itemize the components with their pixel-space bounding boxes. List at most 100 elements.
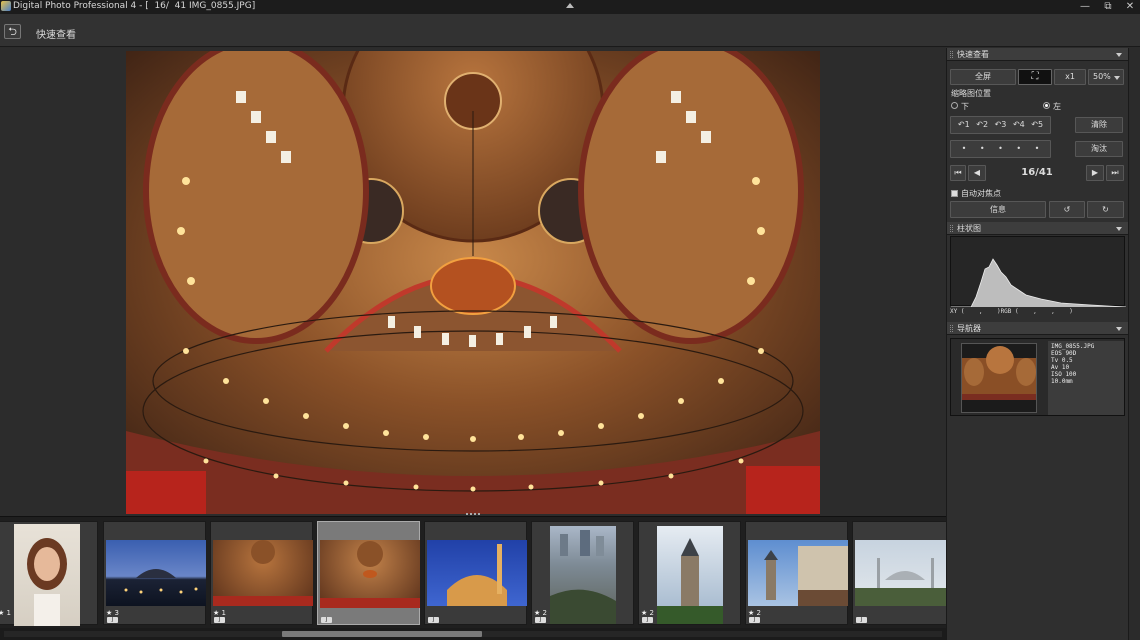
info-shutter: Tv 0.5	[1051, 357, 1073, 364]
film-thumbnail	[106, 540, 206, 606]
navigator-info: IMG_0855.JPG EOS 90D Tv 0.5 Av 10 ISO 10…	[1048, 341, 1124, 415]
info-focal-length: 10.0mm	[1051, 378, 1073, 385]
check-mark-buttons: • • • • •	[950, 140, 1051, 158]
back-button[interactable]: ⮌	[4, 24, 21, 39]
rating-badge: ★ 1	[213, 609, 226, 617]
rotate-left-button[interactable]: ↺	[1049, 201, 1085, 218]
navigator-image	[962, 344, 1036, 412]
film-cell-selected[interactable]: J	[317, 521, 420, 625]
toolbar: ⮌ 快速查看	[0, 14, 1140, 47]
check-mark-1-button[interactable]: •	[962, 144, 967, 153]
window-title: Digital Photo Professional 4 - [ 16/ 41 …	[13, 1, 256, 11]
film-cell[interactable]: ★ 1 J	[210, 521, 313, 625]
check-mark-3-button[interactable]: •	[998, 144, 1003, 153]
film-thumbnail	[748, 540, 848, 606]
check-mark-5-button[interactable]: •	[1035, 144, 1040, 153]
minimize-button[interactable]: —	[1074, 0, 1096, 14]
jpeg-tag: J	[107, 617, 118, 623]
film-cell[interactable]: ★ 1	[0, 521, 98, 626]
zoom-value: 50%	[1093, 72, 1111, 81]
image-counter: 16/41	[1021, 167, 1053, 178]
film-thumbnail	[320, 540, 420, 608]
image-viewer[interactable]	[0, 48, 946, 516]
drag-grip-icon[interactable]	[950, 51, 953, 58]
rating-badge: ★ 2	[641, 609, 654, 617]
info-filename: IMG_0855.JPG	[1051, 343, 1095, 350]
skip-last-icon: ⏭	[1111, 168, 1119, 177]
film-thumbnail	[14, 524, 80, 626]
first-image-button[interactable]: ⏮	[950, 165, 966, 181]
info-iso: ISO 100	[1051, 371, 1077, 378]
navigator-section-title: 导航器	[957, 324, 981, 333]
close-button[interactable]: ✕	[1119, 0, 1140, 14]
restore-button[interactable]: ⧉	[1097, 0, 1119, 14]
chevron-down-icon[interactable]	[1116, 53, 1122, 57]
rotate-right-button[interactable]: ↻	[1087, 201, 1124, 218]
rating-1-button[interactable]: ↶1	[958, 120, 970, 129]
next-arrow-icon: ▶	[1091, 168, 1099, 177]
jpeg-tag: J	[214, 617, 225, 623]
prev-image-button[interactable]: ◀	[968, 165, 986, 181]
film-cell[interactable]: J	[424, 521, 527, 625]
drag-grip-icon[interactable]	[950, 325, 953, 332]
position-left-radio[interactable]	[1043, 102, 1050, 109]
quickview-section-title: 快速查看	[957, 50, 989, 59]
position-bottom-radio[interactable]	[951, 102, 958, 109]
info-button[interactable]: 信息	[950, 201, 1046, 218]
film-thumbnail	[855, 540, 946, 606]
film-thumbnail	[427, 540, 527, 606]
clear-rating-button[interactable]: 清除	[1075, 117, 1123, 133]
collapse-toolbar-icon[interactable]	[566, 3, 574, 8]
navigator-section-header[interactable]: 导航器	[947, 322, 1128, 335]
jpeg-tag: J	[749, 617, 760, 623]
skip-first-icon: ⏮	[954, 168, 962, 177]
zoom-select[interactable]: 50%	[1088, 69, 1124, 85]
scrollbar-thumb[interactable]	[282, 631, 482, 637]
check-mark-4-button[interactable]: •	[1016, 144, 1021, 153]
auto-af-checkbox[interactable]	[951, 190, 958, 197]
fit-screen-button[interactable]: ⛶	[1018, 69, 1052, 85]
last-image-button[interactable]: ⏭	[1106, 165, 1124, 181]
filmstrip-scrollbar[interactable]	[0, 628, 946, 640]
rating-badge: ★ 2	[748, 609, 761, 617]
filmstrip: ★ 1 ★ 3 J ★ 1 J J J ★ 2 J	[0, 516, 946, 628]
film-cell[interactable]: J	[852, 521, 946, 625]
rating-badge: ★ 1	[0, 609, 11, 617]
histogram-section-header[interactable]: 柱状图	[947, 222, 1128, 235]
zoom-100-button[interactable]: x1	[1054, 69, 1086, 85]
next-image-button[interactable]: ▶	[1086, 165, 1104, 181]
film-cell[interactable]: ★ 2 J	[531, 521, 634, 625]
rating-buttons: ↶1 ↶2 ↶3 ↶4 ↶5	[950, 116, 1051, 134]
quickview-section-header[interactable]: 快速查看	[947, 48, 1128, 61]
histogram-graph	[950, 236, 1127, 308]
navigator-box: IMG_0855.JPG EOS 90D Tv 0.5 Av 10 ISO 10…	[950, 338, 1125, 416]
film-thumbnail	[213, 540, 313, 606]
rating-4-button[interactable]: ↶4	[1013, 120, 1025, 129]
app-icon	[1, 1, 11, 11]
histogram-section-title: 柱状图	[957, 224, 981, 233]
rating-2-button[interactable]: ↶2	[976, 120, 988, 129]
dropdown-arrow-icon	[1114, 76, 1120, 80]
film-cell[interactable]: ★ 2 J	[745, 521, 848, 625]
right-panel: 快速查看 全屏 ⛶ x1 50% 缩略图位置 下 左 ↶1 ↶2 ↶3 ↶4 ↶…	[946, 48, 1128, 640]
fullscreen-button[interactable]: 全屏	[950, 69, 1016, 85]
check-mark-2-button[interactable]: •	[980, 144, 985, 153]
chevron-down-icon[interactable]	[1116, 327, 1122, 331]
chevron-down-icon[interactable]	[1116, 227, 1122, 231]
film-cell[interactable]: ★ 2 J	[638, 521, 741, 625]
drag-grip-icon[interactable]	[950, 225, 953, 232]
film-cell[interactable]: ★ 3 J	[103, 521, 206, 625]
rotate-left-icon: ↺	[1063, 205, 1071, 214]
title-bar: Digital Photo Professional 4 - [ 16/ 41 …	[0, 0, 1140, 14]
reject-button[interactable]: 淘汰	[1075, 141, 1123, 157]
navigator-thumbnail[interactable]	[961, 343, 1037, 413]
main-photo[interactable]	[126, 51, 820, 514]
jpeg-tag: J	[535, 617, 546, 623]
mosque-dome-image	[126, 51, 820, 514]
auto-af-label: 自动对焦点	[961, 189, 1001, 198]
rating-5-button[interactable]: ↶5	[1031, 120, 1043, 129]
jpeg-tag: J	[642, 617, 653, 623]
film-thumbnail	[550, 526, 616, 624]
rating-3-button[interactable]: ↶3	[995, 120, 1007, 129]
rating-badge: ★ 3	[106, 609, 119, 617]
